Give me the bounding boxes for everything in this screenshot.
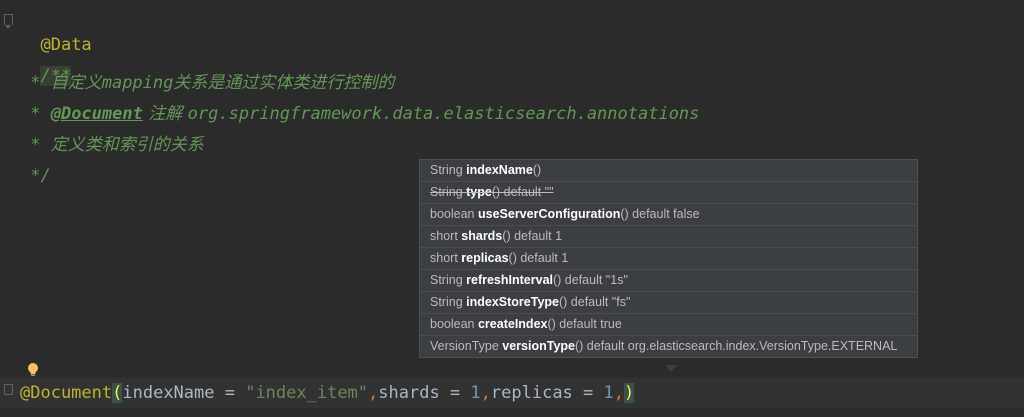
popup-row-createindex[interactable]: boolean createIndex() default true (420, 314, 917, 336)
param-type: short (430, 229, 458, 243)
param-type: String (430, 163, 463, 177)
string-literal: "index_item" (245, 383, 369, 403)
doc-comment-text: 定义类和索引的关系 (50, 135, 204, 155)
code-line-4[interactable]: * @Document 注解 org.springframework.data.… (20, 102, 699, 126)
doc-comment-star: * (20, 104, 51, 124)
popup-row-indexname[interactable]: String indexName() (420, 160, 917, 182)
lightbulb-icon[interactable] (27, 362, 39, 378)
param-name: replicas = (490, 383, 604, 403)
param-type: boolean (430, 317, 475, 331)
doc-comment-tag-link[interactable]: @Document (51, 104, 143, 124)
code-line-5[interactable]: * 定义类和索引的关系 (20, 133, 204, 157)
popup-pointer (665, 365, 677, 372)
fold-marker-icon[interactable] (4, 384, 13, 395)
comma: , (480, 383, 491, 403)
popup-row-type-deprecated[interactable]: String type() default "" (420, 182, 917, 204)
param-default: () default org.elasticsearch.index.Versi… (575, 339, 898, 353)
param-default: () default true (547, 317, 622, 331)
popup-row-useserverconfiguration[interactable]: boolean useServerConfiguration() default… (420, 204, 917, 226)
param-type: VersionType (430, 339, 499, 353)
param-default: () default "1s" (553, 273, 628, 287)
annotation-document: @Document (20, 383, 113, 403)
comma: , (613, 383, 624, 403)
open-paren: ( (112, 383, 123, 403)
code-line-7[interactable]: @Document(indexName = "index_item",shard… (20, 381, 635, 405)
number-literal: 1 (470, 383, 481, 403)
doc-comment-close: */ (20, 166, 51, 186)
doc-comment-package: org.springframework.data.elasticsearch.a… (187, 104, 700, 124)
param-name: shards (461, 229, 503, 243)
close-paren: ) (624, 383, 635, 403)
comma: , (368, 383, 379, 403)
param-type: String (430, 295, 463, 309)
param-name: type (466, 185, 492, 199)
popup-row-shards[interactable]: short shards() default 1 (420, 226, 917, 248)
param-name: useServerConfiguration (477, 207, 621, 221)
fold-marker-icon[interactable] (4, 14, 13, 29)
param-default: () default 1 (502, 229, 563, 243)
param-default: () default "fs" (559, 295, 631, 309)
doc-comment-text: 注解 (142, 104, 188, 124)
param-name: indexName (466, 163, 533, 177)
param-name: versionType (502, 339, 575, 353)
popup-row-refreshinterval[interactable]: String refreshInterval() default "1s" (420, 270, 917, 292)
editor-gutter (0, 0, 18, 417)
doc-comment-star: * (20, 135, 51, 155)
doc-comment-text: mapping (101, 73, 174, 93)
popup-row-versiontype[interactable]: VersionType versionType() default org.el… (420, 336, 917, 357)
param-name: createIndex (477, 317, 548, 331)
parameter-info-popup: String indexName() String type() default… (419, 159, 918, 358)
param-default: () (532, 163, 542, 177)
doc-comment-star: * (20, 73, 51, 93)
param-default: () default false (620, 207, 700, 221)
param-name: refreshInterval (466, 273, 553, 287)
param-name: indexStoreType (466, 295, 559, 309)
param-type: boolean (430, 207, 475, 221)
code-line-3[interactable]: * 自定义mapping关系是通过实体类进行控制的 (20, 71, 394, 95)
number-literal: 1 (603, 383, 614, 403)
popup-row-indexstoretype[interactable]: String indexStoreType() default "fs" (420, 292, 917, 314)
doc-comment-text: 关系是通过实体类进行控制的 (173, 73, 395, 93)
param-default: () default 1 (508, 251, 569, 265)
param-name: indexName = (122, 383, 246, 403)
popup-row-replicas[interactable]: short replicas() default 1 (420, 248, 917, 270)
param-default: () default "" (491, 185, 554, 199)
param-name: replicas (461, 251, 509, 265)
param-type: String (430, 273, 463, 287)
param-name: shards = (378, 383, 471, 403)
doc-comment-text: 自定义 (50, 73, 102, 93)
param-type: String (430, 185, 463, 199)
code-line-6[interactable]: */ (20, 164, 51, 188)
param-type: short (430, 251, 458, 265)
